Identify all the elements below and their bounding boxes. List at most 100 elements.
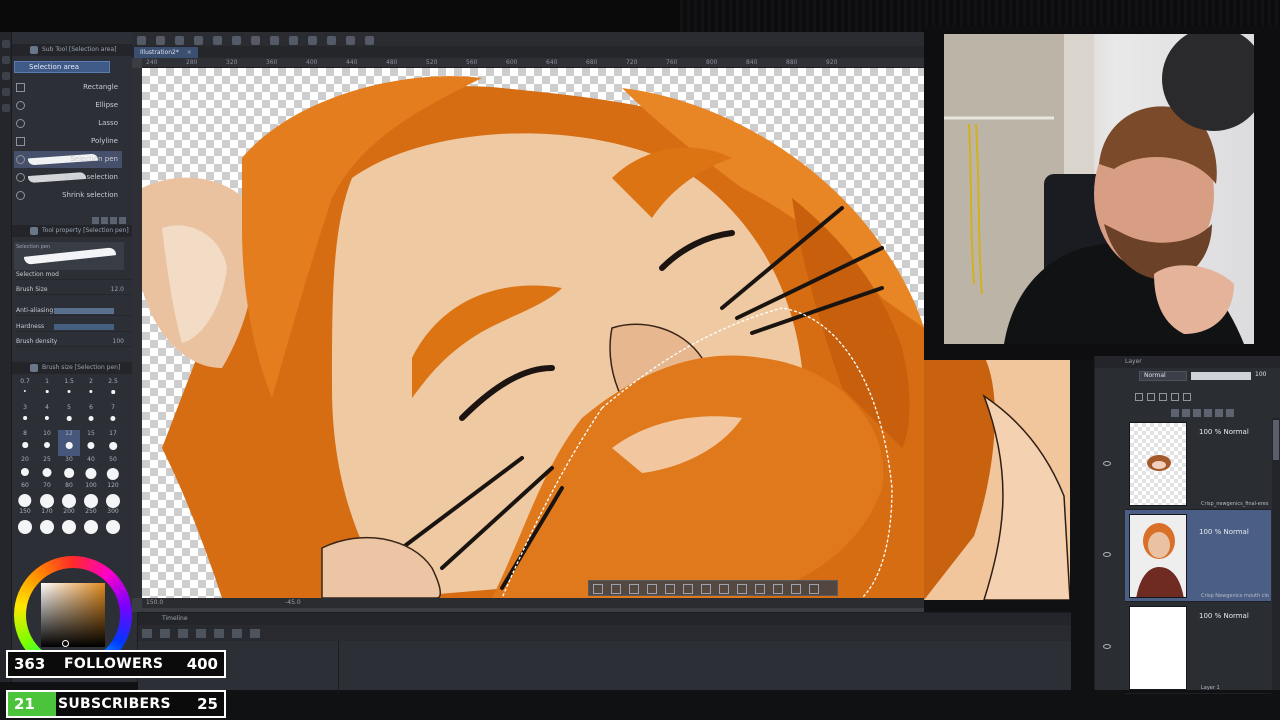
blend-mode-select[interactable]: Normal — [1139, 371, 1187, 381]
brush-size-option[interactable]: 100 — [80, 482, 102, 508]
tool-erase-selection[interactable]: Erase selection — [14, 169, 122, 186]
lock-icon[interactable] — [1171, 393, 1179, 401]
brush-size-option[interactable]: 170 — [36, 508, 58, 534]
brush-size-option[interactable]: 15 — [80, 430, 102, 456]
brush-size-option[interactable]: 0.7 — [14, 378, 36, 404]
brush-size-dot — [64, 468, 74, 478]
layer-scrollbar[interactable] — [1272, 418, 1280, 690]
eye-icon[interactable] — [1103, 461, 1111, 466]
tool-lasso[interactable]: Lasso — [14, 115, 122, 132]
brush-size-label: 80 — [65, 482, 73, 489]
color-picker-square[interactable] — [41, 583, 105, 647]
settings-icon[interactable] — [365, 36, 374, 45]
canvas-artboard-extension[interactable] — [924, 356, 1070, 600]
brush-size-option[interactable]: 5 — [58, 404, 80, 430]
brush-size-option[interactable]: 4 — [36, 404, 58, 430]
save-icon[interactable] — [175, 36, 184, 45]
brush-size-option[interactable]: 40 — [80, 456, 102, 482]
prop-brush-size[interactable]: Brush Size 12.0 — [16, 284, 132, 295]
lock-alpha-icon[interactable] — [1183, 393, 1191, 401]
prev-frame-icon[interactable] — [178, 629, 188, 638]
brush-size-option[interactable]: 20 — [14, 456, 36, 482]
sub-tool-actions[interactable] — [92, 209, 132, 224]
brush-size-option[interactable]: 300 — [102, 508, 124, 534]
merge-icon[interactable] — [1215, 409, 1223, 417]
new-folder-icon[interactable] — [1193, 409, 1201, 417]
color-picker-cursor[interactable] — [62, 640, 69, 647]
clear-icon[interactable] — [232, 36, 241, 45]
grid-icon[interactable] — [346, 36, 355, 45]
brush-size-option[interactable]: 1.5 — [58, 378, 80, 404]
tool-polyline[interactable]: Polyline — [14, 133, 122, 150]
play-icon[interactable] — [142, 629, 152, 638]
tool-rectangle[interactable]: Rectangle — [14, 79, 122, 96]
document-tab[interactable]: Illustration2* × — [134, 47, 198, 58]
tool-selection-pen[interactable]: Selection pen — [14, 151, 122, 168]
next-frame-icon[interactable] — [196, 629, 206, 638]
mask-icon[interactable] — [1204, 409, 1212, 417]
new-vector-icon[interactable] — [1182, 409, 1190, 417]
tool-shrink-selection[interactable]: Shrink selection — [14, 187, 122, 204]
brush-size-option[interactable]: 25 — [36, 456, 58, 482]
new-layer-icon[interactable] — [1171, 409, 1179, 417]
layer-row-selected[interactable]: 100 % Normal Crisp Newgenics mouth clo — [1125, 510, 1271, 602]
draft-icon[interactable] — [1159, 393, 1167, 401]
brush-size-option[interactable]: 8 — [14, 430, 36, 456]
loop-icon[interactable] — [214, 629, 224, 638]
ellipse-icon — [16, 101, 25, 110]
brush-size-option[interactable]: 30 — [58, 456, 80, 482]
prop-anti-aliasing[interactable]: Anti-aliasing — [16, 305, 132, 316]
prop-brush-density[interactable]: Brush density 100 — [16, 336, 132, 347]
hardness-slider[interactable] — [54, 324, 114, 330]
eye-icon[interactable] — [1103, 644, 1111, 649]
brush-size-label: 1.5 — [64, 378, 74, 385]
brush-size-option[interactable]: 12 — [58, 430, 80, 456]
canvas-artboard[interactable] — [142, 68, 924, 598]
ruler-snap-icon[interactable] — [327, 36, 336, 45]
brush-size-option[interactable]: 6 — [80, 404, 102, 430]
brush-size-option[interactable]: 2.5 — [102, 378, 124, 404]
selection-area-group[interactable]: Selection area — [14, 61, 110, 73]
new-frame-icon[interactable] — [232, 629, 242, 638]
brush-size-option[interactable]: 120 — [102, 482, 124, 508]
tool-ellipse[interactable]: Ellipse — [14, 97, 122, 114]
brush-size-option[interactable]: 50 — [102, 456, 124, 482]
brush-size-option[interactable]: 10 — [36, 430, 58, 456]
brush-size-option[interactable]: 1 — [36, 378, 58, 404]
close-icon[interactable]: × — [187, 47, 192, 58]
brush-size-option[interactable]: 3 — [14, 404, 36, 430]
eye-icon[interactable] — [1103, 552, 1111, 557]
snap-icon[interactable] — [308, 36, 317, 45]
select-all-icon[interactable] — [270, 36, 279, 45]
delete-icon[interactable] — [1226, 409, 1234, 417]
undo-icon[interactable] — [194, 36, 203, 45]
brush-size-option[interactable]: 70 — [36, 482, 58, 508]
redo-icon[interactable] — [213, 36, 222, 45]
new-icon[interactable] — [137, 36, 146, 45]
deselect-icon[interactable] — [289, 36, 298, 45]
reference-icon[interactable] — [1147, 393, 1155, 401]
stop-icon[interactable] — [160, 629, 170, 638]
layer-row[interactable]: 100 % Normal Layer 1 — [1125, 602, 1271, 694]
brush-size-option[interactable]: 80 — [58, 482, 80, 508]
rotation-value[interactable]: -45.0 — [285, 599, 301, 606]
selection-launcher[interactable] — [588, 580, 838, 596]
brush-size-option[interactable]: 60 — [14, 482, 36, 508]
brush-size-option[interactable]: 250 — [80, 508, 102, 534]
brush-size-option[interactable]: 200 — [58, 508, 80, 534]
brush-size-option[interactable]: 150 — [14, 508, 36, 534]
brush-size-option[interactable]: 7 — [102, 404, 124, 430]
opacity-value[interactable]: 100 — [1255, 371, 1266, 378]
onion-skin-icon[interactable] — [250, 629, 260, 638]
clip-icon[interactable] — [1135, 393, 1143, 401]
prop-hardness[interactable]: Hardness — [16, 321, 132, 332]
opacity-slider[interactable] — [1191, 372, 1251, 380]
layer-row[interactable]: 100 % Normal Crisp_newgenics_final-eres — [1125, 418, 1271, 510]
brush-size-option[interactable]: 2 — [80, 378, 102, 404]
anti-aliasing-slider[interactable] — [54, 308, 114, 314]
open-icon[interactable] — [156, 36, 165, 45]
transform-icon[interactable] — [251, 36, 260, 45]
zoom-value[interactable]: 150.0 — [146, 599, 163, 606]
prop-selection-mode[interactable]: Selection mod — [16, 269, 132, 280]
brush-size-option[interactable]: 17 — [102, 430, 124, 456]
